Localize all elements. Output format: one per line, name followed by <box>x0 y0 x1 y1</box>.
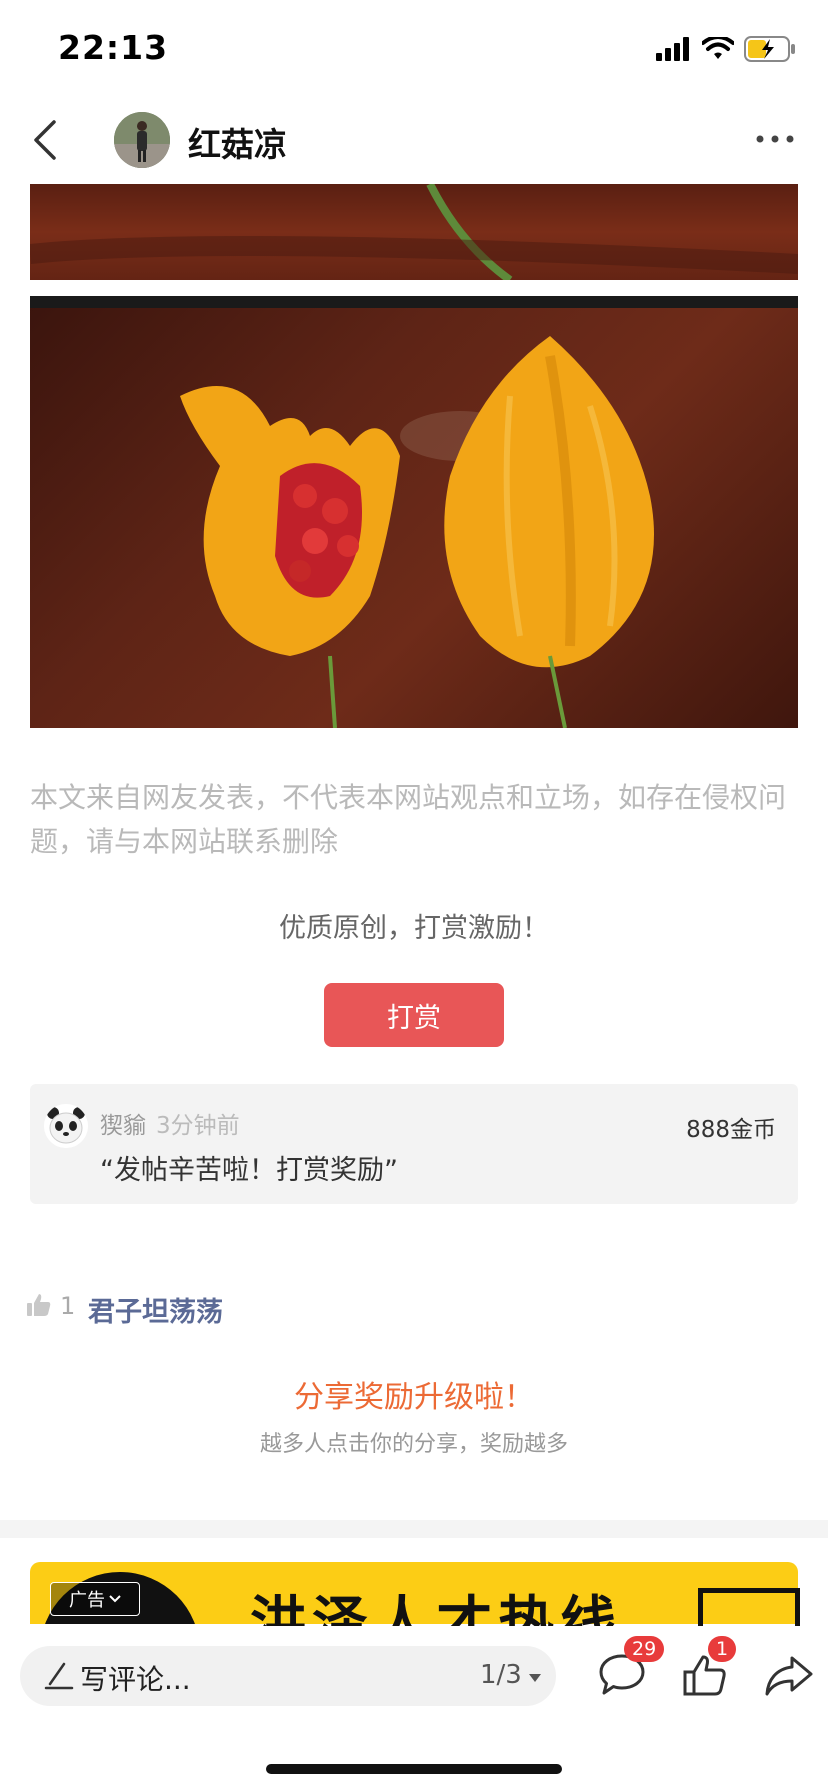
page-indicator[interactable]: 1/3 <box>480 1660 522 1690</box>
post-image-1[interactable] <box>30 184 798 280</box>
reward-time: 3分钟前 <box>156 1113 240 1139</box>
reward-user-name[interactable]: 猰貐 <box>100 1106 146 1140</box>
panda-avatar <box>44 1104 88 1148</box>
thumbs-up-small-icon <box>26 1292 52 1318</box>
like-count: 1 <box>60 1292 76 1320</box>
reward-message: “发帖辛苦啦！打赏奖励” <box>100 1155 398 1186</box>
share-reward-subtitle: 越多人点击你的分享，奖励越多 <box>259 1432 568 1457</box>
liker-name[interactable]: 君子坦荡荡 <box>88 1290 223 1329</box>
comment-count-badge: 29 <box>624 1636 665 1662</box>
avatar[interactable] <box>114 112 170 168</box>
back-button[interactable] <box>24 114 68 166</box>
author-name[interactable]: 红菇凉 <box>188 118 287 166</box>
status-time: 22:13 <box>58 28 169 67</box>
share-reward-title[interactable]: 分享奖励升级啦！ <box>0 1372 828 1416</box>
disclaimer-text: 本文来自网友发表，不代表本网站观点和立场，如存在侵权问题，请与本网站联系删除 <box>30 781 787 858</box>
post-image-1-content <box>30 184 798 280</box>
ad-tag-label: 广告 <box>69 1590 105 1611</box>
post-image-2[interactable] <box>30 296 798 728</box>
reward-user-avatar[interactable] <box>44 1104 88 1148</box>
home-indicator[interactable] <box>266 1764 562 1774</box>
chevron-down-icon <box>109 1595 121 1603</box>
ad-tag[interactable]: 广告 <box>50 1582 140 1616</box>
battery-icon <box>744 36 795 62</box>
comment-placeholder[interactable]: 写评论... <box>80 1658 191 1698</box>
status-icons <box>656 34 796 64</box>
more-button[interactable] <box>752 124 798 154</box>
signal-icon <box>656 37 689 61</box>
reward-amount: 888金币 <box>686 1117 776 1143</box>
pencil-icon <box>44 1660 74 1692</box>
chevron-left-icon <box>34 120 56 160</box>
reward-button[interactable]: 打赏 <box>324 983 504 1047</box>
bitter-melon-photo <box>30 296 798 728</box>
section-divider <box>0 1520 828 1538</box>
avatar-image <box>114 112 170 168</box>
more-icon <box>756 135 794 143</box>
reward-prompt: 优质原创，打赏激励！ <box>279 913 549 944</box>
like-count-badge: 1 <box>708 1636 737 1662</box>
share-icon[interactable] <box>764 1654 814 1698</box>
caret-down-icon[interactable] <box>528 1670 542 1684</box>
wifi-icon <box>702 37 734 59</box>
